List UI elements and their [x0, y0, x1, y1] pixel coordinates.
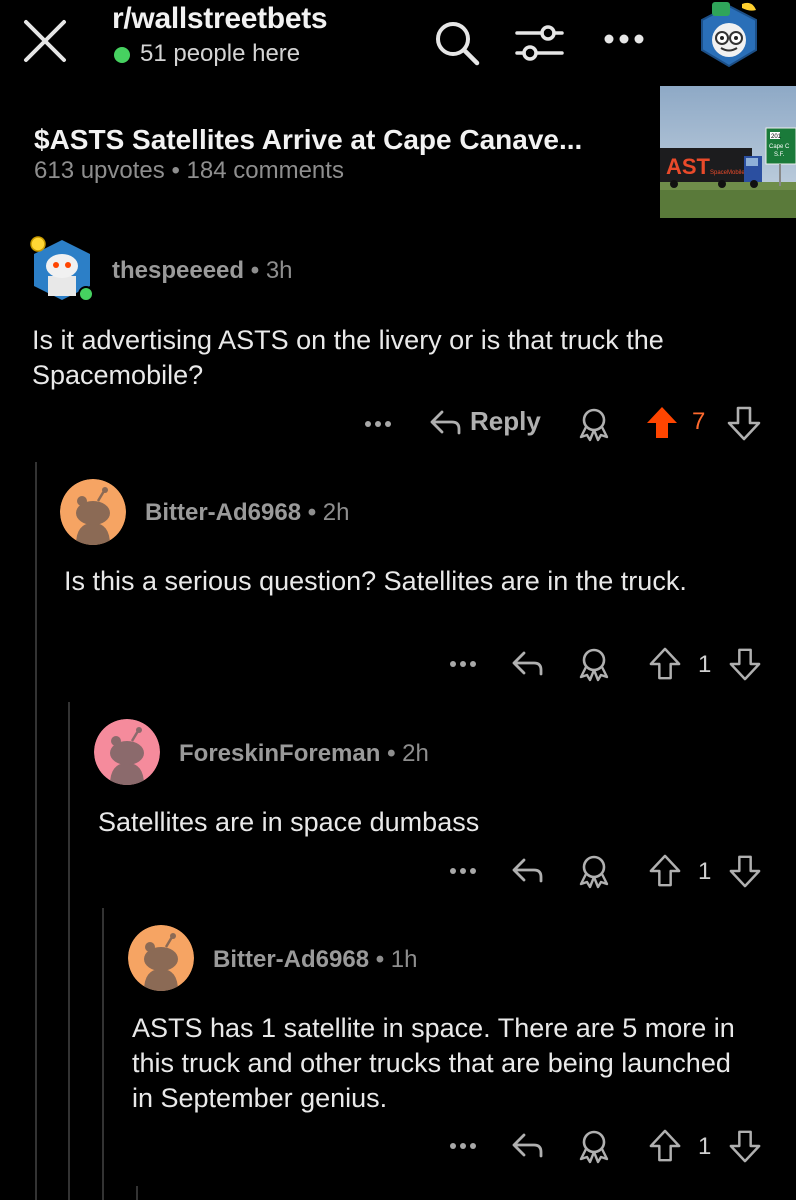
comment-body: ASTS has 1 satellite in space. There are… — [132, 1013, 735, 1113]
upvote-icon[interactable] — [648, 646, 682, 682]
filter-icon[interactable] — [512, 18, 566, 68]
comment-username[interactable]: Bitter-Ad6968 — [145, 499, 301, 526]
user-avatar-icon[interactable] — [694, 0, 764, 72]
online-count: 51 people here — [140, 40, 301, 67]
vote-count: 1 — [698, 651, 712, 678]
reply-button[interactable]: Reply — [428, 406, 541, 437]
close-icon[interactable] — [20, 16, 70, 66]
reply-label: Reply — [470, 406, 541, 436]
more-options-icon[interactable] — [447, 1136, 479, 1156]
comment-body: Is this a serious question? Satellites a… — [64, 566, 687, 596]
more-options-icon[interactable] — [447, 654, 479, 674]
online-indicator — [114, 47, 130, 63]
comment-time: 1h — [390, 946, 418, 973]
separator-dot: • — [387, 740, 403, 767]
sign-number: 201 — [771, 134, 782, 140]
separator-dot: • — [307, 499, 323, 526]
search-icon[interactable] — [432, 18, 482, 68]
award-icon[interactable] — [576, 406, 612, 442]
comment-body: Satellites are in space dumbass — [98, 807, 480, 837]
separator-dot: • — [250, 257, 266, 284]
comment-header: thespeeeed • 3h — [112, 257, 293, 285]
downvote-icon[interactable] — [728, 853, 762, 889]
thread-line[interactable] — [136, 1186, 138, 1200]
more-options-icon[interactable] — [447, 861, 479, 881]
upvote-count: 613 upvotes — [34, 157, 165, 184]
comment-header: Bitter-Ad6968 • 1h — [213, 946, 418, 974]
upvote-icon[interactable] — [648, 1128, 682, 1164]
reply-icon[interactable] — [510, 648, 544, 678]
thread-line[interactable] — [68, 702, 70, 1200]
vote-count: 1 — [698, 1133, 712, 1160]
comment-header: ForeskinForeman • 2h — [179, 740, 429, 768]
reply-icon — [430, 410, 461, 434]
meta-separator: • — [171, 157, 180, 184]
reply-icon[interactable] — [510, 1130, 544, 1160]
more-options-icon[interactable] — [362, 414, 394, 434]
comment-header: Bitter-Ad6968 • 2h — [145, 499, 350, 527]
truck-logo-subtext: SpaceMobile — [710, 170, 745, 176]
comment-time: 3h — [265, 257, 293, 284]
comment-count: 184 comments — [186, 157, 344, 184]
downvote-icon[interactable] — [728, 1128, 762, 1164]
truck-logo-text: AST — [666, 154, 711, 179]
sign-text-2: S.F. — [774, 152, 785, 158]
award-icon[interactable] — [576, 646, 612, 682]
post-thumbnail[interactable]: AST SpaceMobile 201 Cape C S.F. — [660, 86, 796, 218]
downvote-icon[interactable] — [728, 646, 762, 682]
comment-username[interactable]: Bitter-Ad6968 — [213, 946, 369, 973]
comment-time: 2h — [322, 499, 350, 526]
comment-avatar[interactable] — [60, 479, 126, 545]
comment-username[interactable]: thespeeeed — [112, 257, 244, 284]
award-icon[interactable] — [576, 853, 612, 889]
thread-line[interactable] — [102, 908, 104, 1200]
sign-text: Cape C — [769, 144, 790, 150]
comment-avatar[interactable] — [128, 925, 194, 991]
comment-avatar[interactable] — [94, 719, 160, 785]
post-title[interactable]: $ASTS Satellites Arrive at Cape Canave..… — [34, 124, 582, 156]
post-meta: 613 upvotes • 184 comments — [34, 157, 344, 185]
vote-count: 1 — [698, 858, 712, 885]
vote-count: 7 — [692, 408, 706, 435]
reply-icon[interactable] — [510, 855, 544, 885]
downvote-icon[interactable] — [726, 404, 762, 442]
upvote-icon[interactable] — [648, 853, 682, 889]
comment-time: 2h — [402, 740, 429, 767]
more-icon[interactable] — [600, 24, 648, 54]
upvote-icon[interactable] — [644, 404, 680, 442]
award-icon[interactable] — [576, 1128, 612, 1164]
subreddit-name[interactable]: r/wallstreetbets — [112, 2, 328, 36]
comment-avatar[interactable] — [28, 236, 96, 304]
thread-line[interactable] — [35, 462, 37, 1200]
separator-dot: • — [375, 946, 391, 973]
comment-username[interactable]: ForeskinForeman — [179, 740, 380, 767]
comment-body: Is it advertising ASTS on the livery or … — [32, 325, 664, 390]
